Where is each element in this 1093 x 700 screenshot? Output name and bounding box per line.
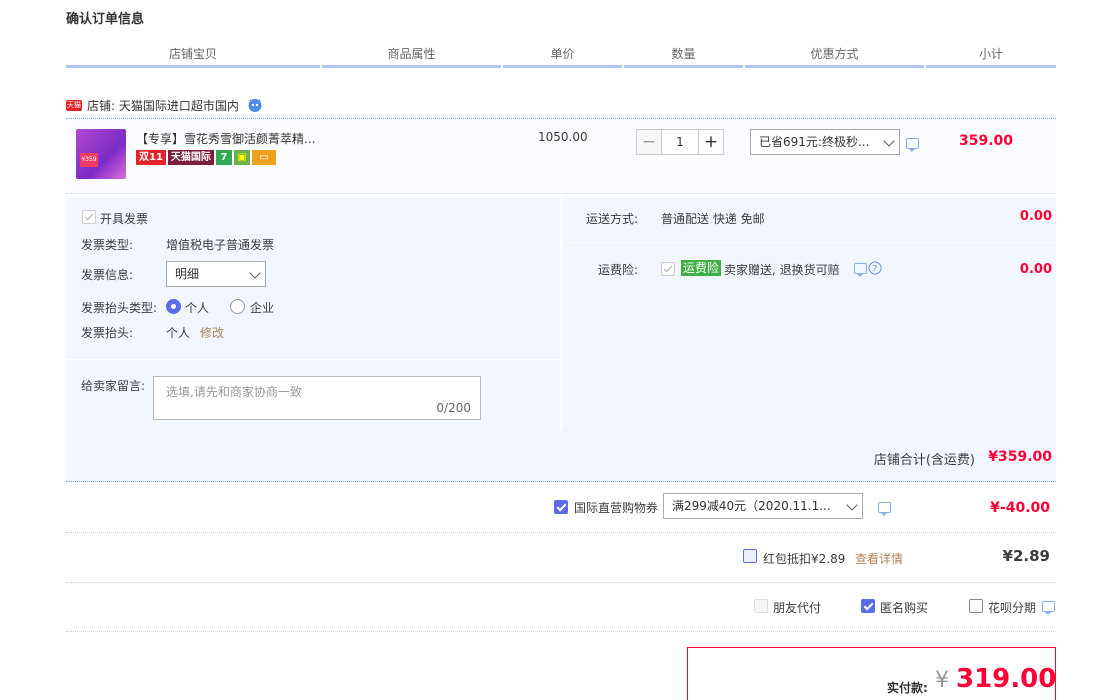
column-header: 数量 xyxy=(624,40,743,68)
huabei-checkbox[interactable] xyxy=(969,599,983,613)
coupon-select[interactable]: 满299减40元（2020.11.1... xyxy=(663,493,863,519)
message-counter: 0/200 xyxy=(436,401,471,415)
column-header: 单价 xyxy=(503,40,622,68)
anonymous-checkbox[interactable] xyxy=(861,599,875,613)
company-radio-label[interactable]: 企业 xyxy=(250,299,274,316)
table-header: 店铺宝贝 商品属性 单价 数量 优惠方式 小计 xyxy=(66,40,1056,68)
wangwang-chat-icon[interactable] xyxy=(247,97,263,113)
invoice-type-value: 增值税电子普通发票 xyxy=(166,238,275,252)
friend-pay-checkbox[interactable] xyxy=(754,599,768,613)
invoice-info-select[interactable]: 明细 xyxy=(166,261,266,287)
quantity-stepper: − + xyxy=(636,129,724,155)
huabei-chat-icon[interactable] xyxy=(1042,601,1055,615)
order-detail-section: 开具发票 发票类型: 增值税电子普通发票 发票信息: 明细 发票抬头类型: 个人… xyxy=(66,198,1056,430)
message-placeholder: 选填,请先和商家协商一致 xyxy=(166,385,302,399)
invoice-info-select-value: 明细 xyxy=(175,267,200,281)
coupon-checkbox[interactable] xyxy=(554,500,568,514)
insurance-checkbox[interactable] xyxy=(661,262,675,276)
quantity-increase-button[interactable]: + xyxy=(698,129,724,155)
shipping-panel: 运送方式: 普通配送 快递 免邮 0.00 运费险: 运费险 卖家赠送, 退换货… xyxy=(562,198,1056,430)
payment-label: 实付款: xyxy=(887,681,928,695)
double11-tag: 双11 xyxy=(136,150,166,165)
huabei-label[interactable]: 花呗分期 xyxy=(988,599,1036,616)
insurance-badge: 运费险 xyxy=(681,260,722,276)
invoice-modify-link[interactable]: 修改 xyxy=(200,324,224,341)
redpacket-label: 红包抵扣¥2.89 xyxy=(763,552,846,566)
store-line: 天猫 店铺: 天猫国际进口超市国内 xyxy=(66,96,263,114)
personal-radio-label[interactable]: 个人 xyxy=(185,299,209,316)
page-title: 确认订单信息 xyxy=(66,12,145,27)
seven-day-return-icon: 7 xyxy=(215,150,232,165)
product-name-link[interactable]: 【专享】雪花秀雪御活颜菁萃精... xyxy=(136,130,315,147)
anonymous-label[interactable]: 匿名购买 xyxy=(880,599,928,616)
invoice-info-label: 发票信息: xyxy=(81,268,134,282)
shipping-price: 0.00 xyxy=(1019,209,1052,224)
column-header: 小计 xyxy=(926,40,1056,68)
insurance-price: 0.00 xyxy=(1019,262,1052,277)
unit-price: 1050.00 xyxy=(538,130,588,144)
item-subtotal: 359.00 xyxy=(958,133,1013,149)
store-total-value: ¥359.00 xyxy=(988,449,1052,465)
invoice-header-type-label: 发票抬头类型: xyxy=(81,301,158,315)
insurance-value: 卖家赠送, 退换货可赔 xyxy=(724,263,840,277)
seller-message-textarea[interactable]: 选填,请先和商家协商一致 0/200 xyxy=(153,376,481,420)
payment-summary-box: 实付款: ¥ 319.00 xyxy=(687,647,1056,700)
coupon-chat-icon[interactable] xyxy=(878,502,891,516)
store-total-label: 店铺合计(含运费) xyxy=(873,453,975,468)
store-name[interactable]: 店铺: 天猫国际进口超市国内 xyxy=(87,97,239,114)
discount-chat-icon[interactable] xyxy=(906,138,919,152)
guarantee-icon: ▣ xyxy=(233,150,250,165)
card-payment-icon: ▭ xyxy=(251,150,276,165)
message-label: 给卖家留言: xyxy=(81,379,146,393)
discount-select[interactable]: 已省691元:终极秒... xyxy=(750,129,900,155)
insurance-chat-icon[interactable] xyxy=(854,263,867,277)
invoice-type-label: 发票类型: xyxy=(81,238,134,252)
divider xyxy=(562,242,1056,243)
coupon-label: 国际直营购物券 xyxy=(574,501,659,515)
coupon-row: 国际直营购物券 满299减40元（2020.11.1... ¥-40.00 xyxy=(66,483,1056,533)
column-header: 店铺宝贝 xyxy=(66,40,320,68)
invoice-panel: 开具发票 发票类型: 增值税电子普通发票 发票信息: 明细 发票抬头类型: 个人… xyxy=(66,198,560,430)
invoice-header-label: 发票抬头: xyxy=(81,326,134,340)
redpacket-row: 红包抵扣¥2.89 查看详情 ¥2.89 xyxy=(66,533,1056,583)
chevron-down-icon xyxy=(249,267,261,279)
coupon-select-value: 满299减40元（2020.11.1... xyxy=(672,499,831,513)
chevron-down-icon xyxy=(846,499,858,511)
tmall-icon: 天猫 xyxy=(66,99,82,111)
order-item-row: ¥359 【专享】雪花秀雪御活颜菁萃精... 双11 天猫国际 7 ▣ ▭ 10… xyxy=(66,118,1056,194)
friend-pay-label[interactable]: 朋友代付 xyxy=(773,599,821,616)
coupon-value: ¥-40.00 xyxy=(990,500,1050,516)
product-tags: 双11 天猫国际 7 ▣ ▭ xyxy=(136,150,276,165)
invoice-header-value: 个人 xyxy=(166,326,191,340)
svg-text:?: ? xyxy=(873,265,878,275)
company-radio[interactable] xyxy=(230,299,245,314)
store-total-row: 店铺合计(含运费) ¥359.00 xyxy=(66,430,1056,482)
payment-options-row: 朋友代付 匿名购买 花呗分期 xyxy=(66,583,1056,632)
column-header: 商品属性 xyxy=(322,40,501,68)
insurance-label: 运费险: xyxy=(598,263,639,277)
discount-select-value: 已省691元:终极秒... xyxy=(759,135,870,149)
chevron-down-icon xyxy=(883,135,895,147)
personal-radio[interactable] xyxy=(166,299,181,314)
divider xyxy=(66,359,560,360)
redpacket-checkbox[interactable] xyxy=(743,549,757,563)
quantity-input[interactable] xyxy=(662,129,698,155)
product-thumbnail[interactable]: ¥359 xyxy=(76,129,126,179)
quantity-decrease-button[interactable]: − xyxy=(636,129,662,155)
redpacket-value: ¥2.89 xyxy=(1002,547,1050,565)
invoice-checkbox[interactable] xyxy=(82,210,96,224)
shipping-label: 运送方式: xyxy=(586,212,639,226)
payment-amount: 319.00 xyxy=(956,664,1057,694)
help-icon[interactable]: ? xyxy=(868,261,882,275)
column-header: 优惠方式 xyxy=(745,40,924,68)
payment-currency: ¥ xyxy=(935,668,949,693)
invoice-enable-label: 开具发票 xyxy=(100,212,149,226)
redpacket-detail-link[interactable]: 查看详情 xyxy=(855,550,903,567)
thumb-price-tag: ¥359 xyxy=(80,153,98,167)
tmall-global-tag: 天猫国际 xyxy=(167,150,214,165)
shipping-value: 普通配送 快递 免邮 xyxy=(661,212,765,226)
